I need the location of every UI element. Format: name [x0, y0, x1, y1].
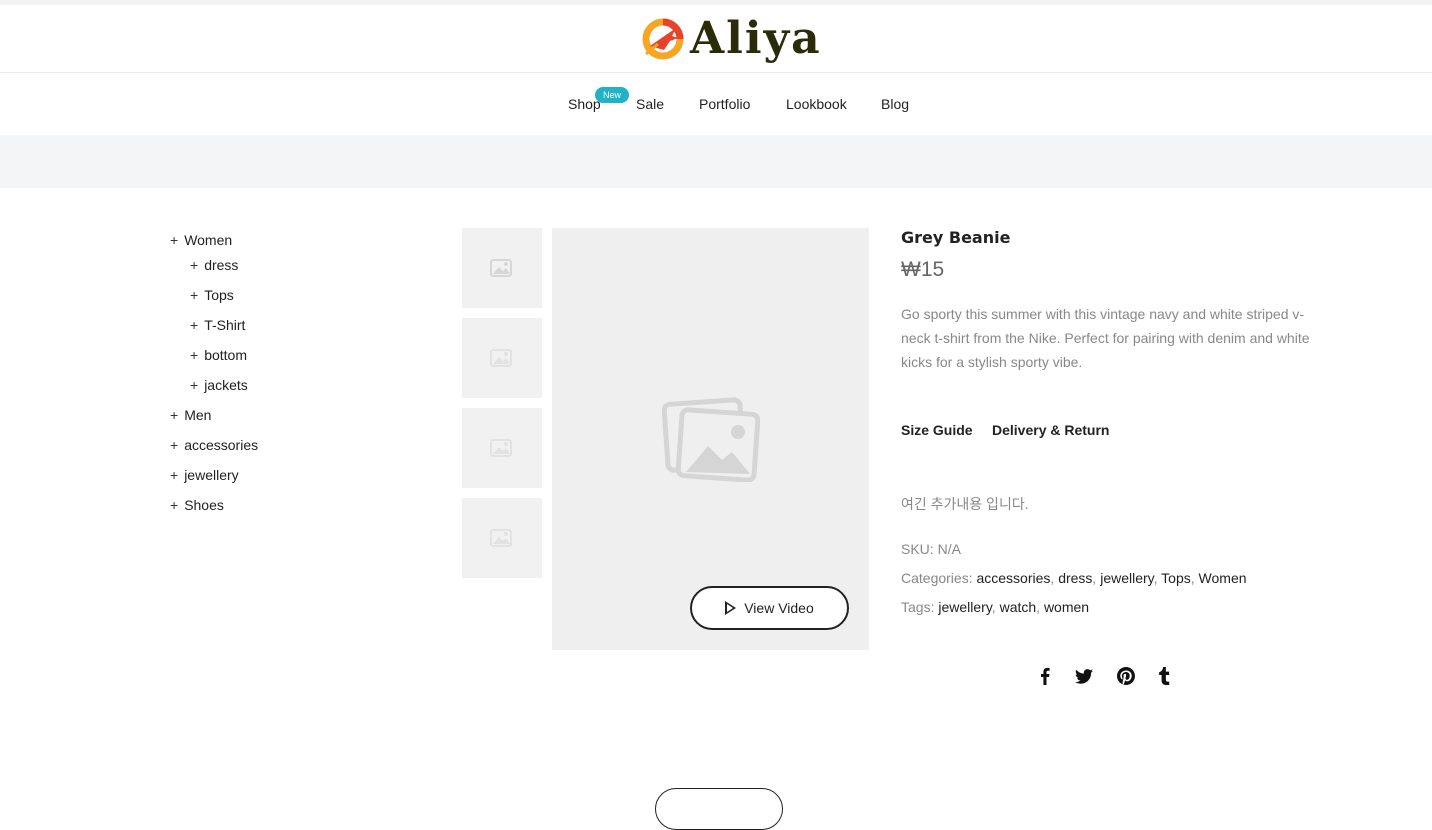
view-video-button[interactable]: View Video	[690, 586, 849, 630]
category-link[interactable]: Women	[1199, 570, 1247, 586]
logo-text: Aliya	[690, 13, 822, 64]
category-label: jackets	[204, 377, 248, 393]
category-label: T-Shirt	[204, 317, 246, 333]
sku-label: SKU:	[901, 541, 934, 557]
site-header: Aliya	[0, 5, 1432, 73]
tag-link[interactable]: watch	[1000, 599, 1037, 615]
product-thumbnail[interactable]	[462, 318, 542, 398]
product-thumbnail[interactable]	[462, 228, 542, 308]
sku-value: N/A	[937, 541, 961, 557]
nav-item-lookbook[interactable]: Lookbook	[786, 96, 847, 112]
product-title: Grey Beanie	[901, 228, 1011, 247]
expand-icon[interactable]: +	[190, 257, 198, 273]
category-men[interactable]: + Men	[170, 407, 211, 423]
product-categories: Categories: accessories, dress, jeweller…	[901, 570, 1247, 586]
product-tags: Tags: jewellery, watch, women	[901, 599, 1090, 615]
category-accessories[interactable]: + accessories	[170, 437, 258, 453]
image-placeholder-icon	[662, 397, 760, 482]
product-price: ₩15	[901, 258, 945, 281]
product-description: Go sporty this summer with this vintage …	[901, 306, 1310, 370]
breadcrumb-bar	[0, 135, 1432, 188]
product-thumbnail[interactable]	[462, 408, 542, 488]
tags-label: Tags:	[901, 599, 935, 615]
category-label: dress	[204, 257, 239, 273]
image-placeholder-icon	[490, 439, 512, 457]
category-label: jewellery	[184, 467, 239, 483]
subcategory-tshirt[interactable]: + T-Shirt	[190, 317, 245, 333]
expand-icon[interactable]: +	[170, 407, 178, 423]
category-label: accessories	[184, 437, 259, 453]
category-women[interactable]: + Women	[170, 232, 232, 248]
pinterest-icon[interactable]	[1114, 664, 1138, 688]
subcategory-dress[interactable]: + dress	[190, 257, 238, 273]
subcategory-tops[interactable]: + Tops	[190, 287, 234, 303]
product-thumbnail[interactable]	[462, 498, 542, 578]
image-placeholder-icon	[490, 349, 512, 367]
tab-delivery-return[interactable]: Delivery & Return	[992, 422, 1109, 438]
image-placeholder-icon	[490, 259, 512, 277]
extra-content: 여긴 추가내용 입니다.	[901, 496, 1029, 512]
expand-icon[interactable]: +	[170, 497, 178, 513]
tag-link[interactable]: jewellery	[938, 599, 991, 615]
category-shoes[interactable]: + Shoes	[170, 497, 224, 513]
expand-icon[interactable]: +	[170, 437, 178, 453]
twitter-icon[interactable]	[1072, 664, 1096, 688]
image-placeholder-icon	[490, 529, 512, 547]
view-video-label: View Video	[744, 600, 814, 616]
categories-label: Categories:	[901, 570, 973, 586]
facebook-icon[interactable]	[1033, 664, 1057, 688]
category-label: Tops	[204, 287, 234, 303]
category-label: Shoes	[184, 497, 224, 513]
load-more-button[interactable]	[655, 788, 783, 830]
category-jewellery[interactable]: + jewellery	[170, 467, 239, 483]
category-label: bottom	[204, 347, 247, 363]
category-link[interactable]: dress	[1058, 570, 1092, 586]
new-badge: New	[595, 87, 629, 103]
main-navigation: Shop New Sale Portfolio Lookbook Blog	[0, 73, 1432, 135]
subcategory-bottom[interactable]: + bottom	[190, 347, 247, 363]
category-link[interactable]: jewellery	[1100, 570, 1153, 586]
expand-icon[interactable]: +	[190, 377, 198, 393]
expand-icon[interactable]: +	[190, 347, 198, 363]
category-link[interactable]: Tops	[1161, 570, 1191, 586]
category-link[interactable]: accessories	[976, 570, 1050, 586]
expand-icon[interactable]: +	[170, 232, 178, 248]
nav-item-sale[interactable]: Sale	[636, 96, 664, 112]
category-label: Women	[184, 232, 233, 248]
tag-link[interactable]: women	[1044, 599, 1089, 615]
play-icon	[725, 601, 737, 615]
nav-item-portfolio[interactable]: Portfolio	[699, 96, 750, 112]
product-sku: SKU: N/A	[901, 541, 961, 557]
expand-icon[interactable]: +	[190, 287, 198, 303]
expand-icon[interactable]: +	[190, 317, 198, 333]
nav-item-blog[interactable]: Blog	[881, 96, 909, 112]
subcategory-jackets[interactable]: + jackets	[190, 377, 248, 393]
tab-size-guide[interactable]: Size Guide	[901, 422, 973, 438]
expand-icon[interactable]: +	[170, 467, 178, 483]
logo-mark-icon	[642, 18, 684, 60]
category-label: Men	[184, 407, 212, 423]
tumblr-icon[interactable]	[1152, 664, 1176, 688]
site-logo[interactable]: Aliya	[640, 14, 822, 64]
